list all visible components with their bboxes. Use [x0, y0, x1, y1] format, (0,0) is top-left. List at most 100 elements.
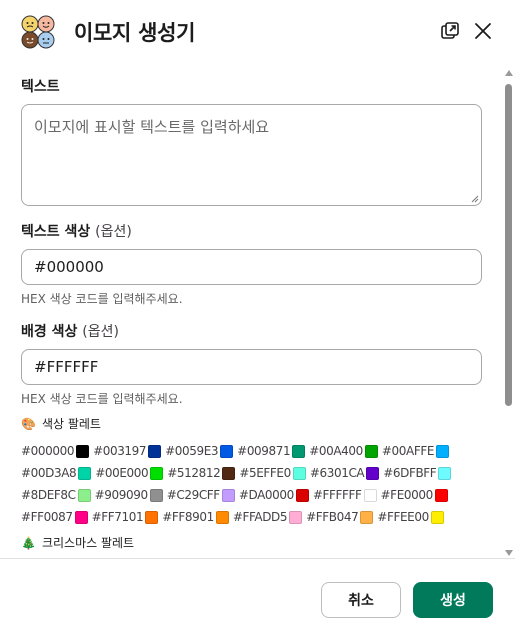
palette-row: #FF0087 #FF7101 #FF8901 #FFADD5 #FFB047 #FFEE…	[21, 506, 491, 528]
swatch-hex-label: #00AFFE	[381, 444, 435, 458]
palette-swatch[interactable]: #FFEE00	[377, 510, 444, 524]
swatch-color-box	[221, 488, 235, 502]
emoji-faces-logo-icon	[21, 15, 55, 49]
modal-header: 이모지 생성기	[0, 0, 515, 64]
swatch-color-box	[150, 466, 164, 480]
swatch-color-box	[220, 444, 234, 458]
swatch-hex-label: #FF7101	[91, 510, 144, 524]
palette-swatch[interactable]: #6301CA	[309, 466, 380, 480]
bg-color-label: 배경 색상 (옵션)	[21, 324, 119, 340]
scrollbar-thumb[interactable]	[505, 84, 512, 406]
swatch-hex-label: #FE0000	[380, 488, 434, 502]
swatch-hex-label: #00A400	[309, 444, 363, 458]
swatch-hex-label: #00D3A8	[21, 466, 77, 480]
swatch-color-box	[289, 510, 303, 524]
swatch-hex-label: #FFB047	[306, 510, 359, 524]
swatch-color-box	[438, 466, 452, 480]
text-input-placeholder: 이모지에 표시할 텍스트를 입력하세요	[34, 118, 270, 136]
swatch-hex-label: #FF0087	[21, 510, 73, 524]
scroll-down-icon[interactable]	[505, 550, 513, 556]
palette-swatch[interactable]: #8DEF8C	[21, 488, 91, 502]
swatch-hex-label: #6301CA	[309, 466, 365, 480]
swatch-color-box	[292, 444, 306, 458]
popout-icon[interactable]	[439, 20, 461, 42]
cancel-button[interactable]: 취소	[321, 582, 401, 618]
swatch-hex-label: #00E000	[95, 466, 149, 480]
palette-swatch[interactable]: #0059E3	[165, 444, 234, 458]
swatch-color-box	[76, 444, 90, 458]
palette-swatch[interactable]: #00D3A8	[21, 466, 92, 480]
palette-swatch[interactable]: #FFFFFF	[313, 488, 377, 502]
swatch-color-box	[215, 510, 229, 524]
palette-swatch[interactable]: #DA0000	[239, 488, 309, 502]
resize-grip-icon[interactable]	[471, 195, 479, 203]
palette-row: #00D3A8 #00E000 #512812 #5EFFE0 #6301CA #6DFB…	[21, 462, 491, 484]
palette-swatch[interactable]: #00E000	[95, 466, 164, 480]
palette-title: 🎨 색상 팔레트	[21, 417, 101, 431]
palette-swatch[interactable]: #FFADD5	[232, 510, 303, 524]
palette-swatch[interactable]: #FF7101	[92, 510, 159, 524]
palette-swatch[interactable]: #FF8901	[162, 510, 229, 524]
palette-swatch[interactable]: #C29CFF	[167, 488, 235, 502]
palette-swatch[interactable]: #FE0000	[381, 488, 448, 502]
swatch-color-box	[149, 488, 163, 502]
color-palette: #000000 #003197 #0059E3 #009871 #00A400 #00AF…	[21, 440, 491, 528]
palette-swatch[interactable]: #FF0087	[21, 510, 88, 524]
modal-footer: 취소 생성	[0, 558, 515, 630]
create-button[interactable]: 생성	[413, 582, 493, 618]
christmas-tree-icon: 🎄	[21, 536, 36, 550]
swatch-color-box	[222, 466, 236, 480]
swatch-color-box	[434, 488, 448, 502]
swatch-color-box	[148, 444, 162, 458]
swatch-color-box	[363, 488, 377, 502]
swatch-hex-label: #FFFFFF	[312, 488, 362, 502]
close-icon[interactable]	[472, 20, 494, 42]
modal-title: 이모지 생성기	[74, 21, 196, 45]
swatch-color-box	[295, 488, 309, 502]
text-color-hint: HEX 색상 코드를 입력해주세요.	[21, 292, 183, 306]
swatch-hex-label: #C29CFF	[166, 488, 220, 502]
swatch-hex-label: #6DFBFF	[383, 466, 437, 480]
swatch-color-box	[77, 488, 91, 502]
text-field-label: 텍스트	[21, 79, 60, 95]
bg-color-input[interactable]: #FFFFFF	[21, 349, 482, 385]
palette-icon: 🎨	[21, 417, 36, 431]
swatch-hex-label: #009871	[237, 444, 291, 458]
scrollbar[interactable]	[503, 64, 515, 558]
scroll-up-icon[interactable]	[505, 70, 513, 76]
swatch-hex-label: #003197	[93, 444, 147, 458]
text-color-input[interactable]: #000000	[21, 249, 482, 285]
optional-tag: (옵션)	[82, 324, 119, 340]
optional-tag: (옵션)	[95, 224, 132, 240]
swatch-hex-label: #FFADD5	[232, 510, 288, 524]
swatch-color-box	[364, 444, 378, 458]
modal-body: 텍스트 이모지에 표시할 텍스트를 입력하세요 텍스트 색상 (옵션) #000…	[0, 64, 502, 556]
bg-color-hint: HEX 색상 코드를 입력해주세요.	[21, 392, 183, 406]
swatch-color-box	[366, 466, 380, 480]
palette-swatch[interactable]: #00AFFE	[381, 444, 450, 458]
swatch-hex-label: #512812	[167, 466, 221, 480]
palette-row: #8DEF8C #909090 #C29CFF #DA0000 #FFFFFF #FE00…	[21, 484, 491, 506]
swatch-hex-label: #000000	[21, 444, 75, 458]
swatch-color-box	[436, 444, 450, 458]
palette-swatch[interactable]: #009871	[237, 444, 306, 458]
swatch-hex-label: #DA0000	[238, 488, 294, 502]
text-color-label: 텍스트 색상 (옵션)	[21, 224, 132, 240]
palette-swatch[interactable]: #5EFFE0	[239, 466, 306, 480]
swatch-color-box	[430, 510, 444, 524]
swatch-color-box	[292, 466, 306, 480]
swatch-hex-label: #0059E3	[165, 444, 219, 458]
swatch-hex-label: #5EFFE0	[239, 466, 291, 480]
swatch-hex-label: #FF8901	[162, 510, 214, 524]
palette-swatch[interactable]: #909090	[95, 488, 163, 502]
text-input[interactable]: 이모지에 표시할 텍스트를 입력하세요	[21, 104, 482, 206]
palette-swatch[interactable]: #6DFBFF	[383, 466, 452, 480]
swatch-hex-label: #909090	[94, 488, 148, 502]
palette-swatch[interactable]: #00A400	[309, 444, 378, 458]
swatch-color-box	[74, 510, 88, 524]
palette-swatch[interactable]: #512812	[167, 466, 236, 480]
palette-row: #000000 #003197 #0059E3 #009871 #00A400 #00AF…	[21, 440, 491, 462]
palette-swatch[interactable]: #000000	[21, 444, 90, 458]
palette-swatch[interactable]: #003197	[93, 444, 162, 458]
palette-swatch[interactable]: #FFB047	[306, 510, 374, 524]
